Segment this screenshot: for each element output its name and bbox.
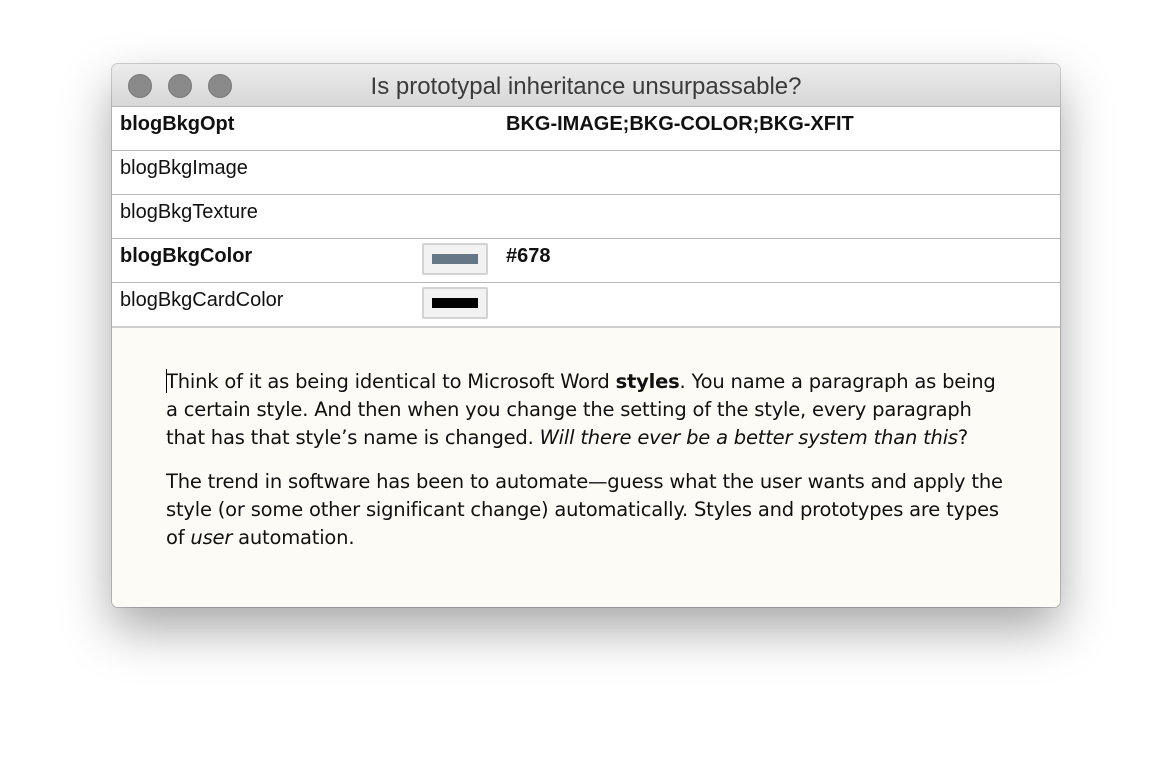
setting-key: blogBkgOpt <box>120 113 235 135</box>
text-run: Think of it as being identical to Micros… <box>166 370 616 393</box>
color-swatch-fill <box>432 298 478 308</box>
app-window: Is prototypal inheritance unsurpassable?… <box>112 64 1060 607</box>
setting-key: blogBkgImage <box>120 157 248 179</box>
setting-key: blogBkgCardColor <box>120 289 284 311</box>
text-run-bold: styles <box>615 370 680 393</box>
title-bar[interactable]: Is prototypal inheritance unsurpassable? <box>112 64 1060 107</box>
setting-value[interactable]: BKG-IMAGE;BKG-COLOR;BKG-XFIT <box>506 113 854 136</box>
text-run-italic: Will there ever be a better system than … <box>539 426 958 449</box>
setting-row-blogbkgcardcolor[interactable]: blogBkgCardColor <box>112 283 1060 327</box>
settings-table: blogBkgOpt BKG-IMAGE;BKG-COLOR;BKG-XFIT … <box>112 107 1060 328</box>
setting-row-blogbkgopt[interactable]: blogBkgOpt BKG-IMAGE;BKG-COLOR;BKG-XFIT <box>112 107 1060 151</box>
color-swatch-button[interactable] <box>422 243 488 275</box>
setting-value[interactable]: #678 <box>506 245 551 268</box>
paragraph[interactable]: The trend in software has been to automa… <box>166 468 1006 552</box>
text-run-italic: user <box>190 526 233 549</box>
setting-key: blogBkgColor <box>120 245 253 267</box>
color-swatch-button[interactable] <box>422 287 488 319</box>
setting-row-blogbkgtexture[interactable]: blogBkgTexture <box>112 195 1060 239</box>
text-run: ? <box>957 426 969 449</box>
content-editor[interactable]: Think of it as being identical to Micros… <box>112 328 1060 607</box>
window-title: Is prototypal inheritance unsurpassable? <box>370 73 802 100</box>
color-swatch-fill <box>432 254 478 264</box>
setting-row-blogbkgcolor[interactable]: blogBkgColor #678 <box>112 239 1060 283</box>
setting-row-blogbkgimage[interactable]: blogBkgImage <box>112 151 1060 195</box>
text-run: automation. <box>232 526 355 549</box>
paragraph[interactable]: Think of it as being identical to Micros… <box>166 368 1006 452</box>
setting-key: blogBkgTexture <box>120 201 258 223</box>
